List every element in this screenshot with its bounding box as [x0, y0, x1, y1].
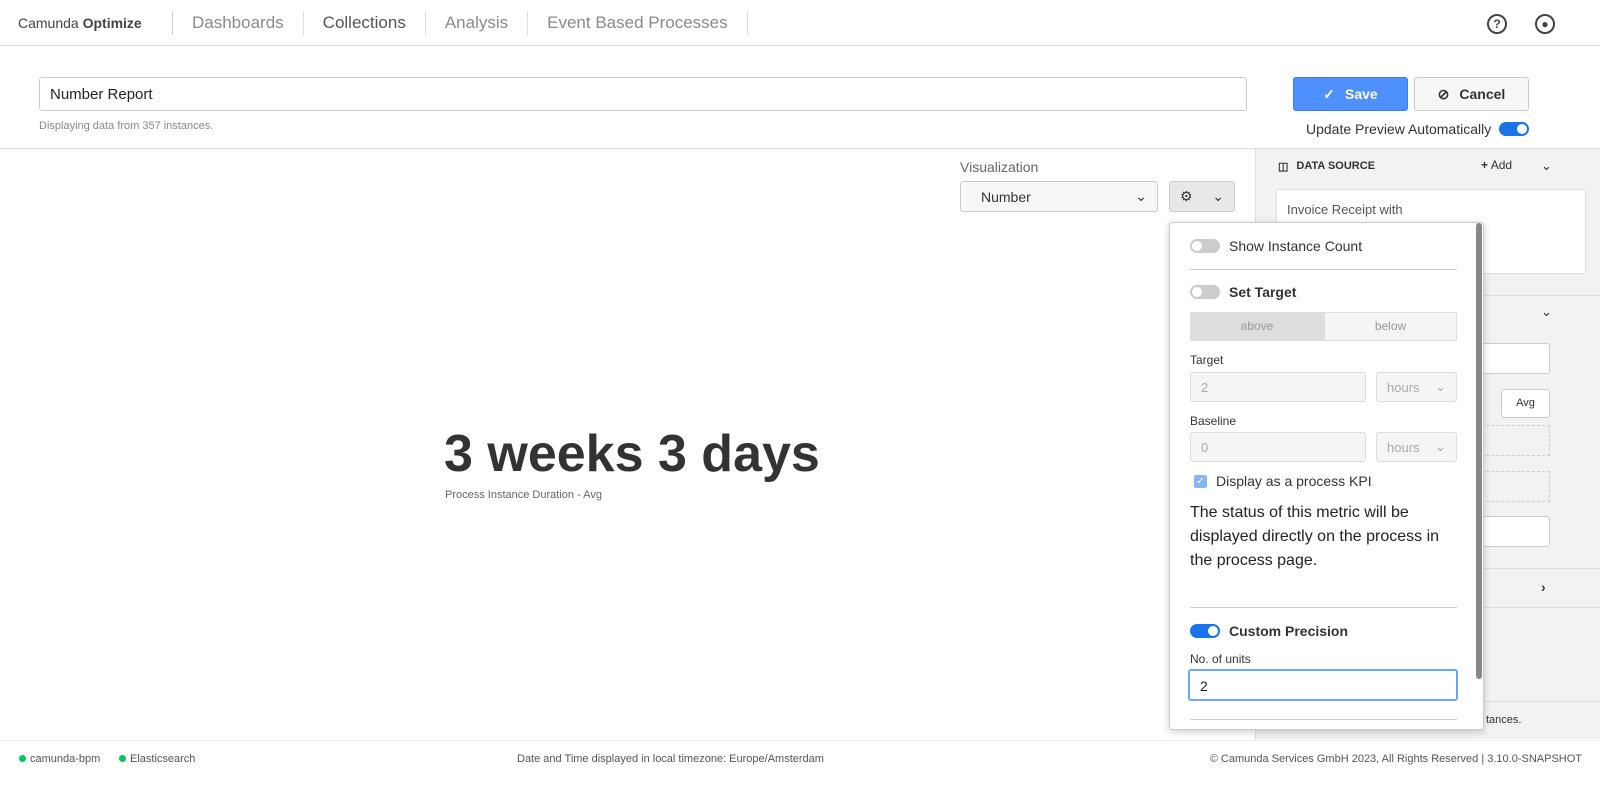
- custom-precision-label: Custom Precision: [1229, 623, 1349, 639]
- database-icon: ◫: [1278, 161, 1289, 173]
- aggregation-avg-button[interactable]: Avg: [1501, 389, 1550, 418]
- engine-status: camunda-bpm: [19, 753, 100, 765]
- configuration-popover: Show Instance Count Set Target above bel…: [1169, 222, 1484, 730]
- baseline-unit-select[interactable]: hours ⌄: [1376, 432, 1457, 462]
- visualization-value: Number: [981, 188, 1031, 205]
- baseline-label: Baseline: [1190, 414, 1237, 428]
- chevron-down-icon[interactable]: ⌄: [1541, 304, 1552, 320]
- status-dot-icon: [19, 755, 26, 762]
- update-preview-label: Update Preview Automatically: [1306, 121, 1492, 137]
- show-instance-count-toggle[interactable]: [1190, 239, 1220, 253]
- baseline-value: 0: [1201, 439, 1209, 455]
- db-status: Elasticsearch: [119, 753, 195, 765]
- target-value: 2: [1201, 379, 1209, 395]
- scrollbar[interactable]: [1476, 223, 1482, 679]
- set-target-label: Set Target: [1229, 284, 1297, 300]
- chevron-down-icon: ⌄: [1435, 379, 1446, 394]
- nav-collections[interactable]: Collections: [304, 10, 426, 35]
- above-button[interactable]: above: [1190, 312, 1324, 341]
- data-source-header: ◫ DATA SOURCE: [1278, 160, 1375, 173]
- source-name: Invoice Receipt with: [1287, 202, 1403, 217]
- baseline-unit: hours: [1387, 439, 1420, 455]
- nav-analysis[interactable]: Analysis: [426, 10, 529, 35]
- visualization-label: Visualization: [960, 159, 1039, 175]
- engine-name: camunda-bpm: [30, 753, 101, 765]
- brand-light: Camunda: [18, 14, 79, 31]
- data-source-title: DATA SOURCE: [1296, 160, 1376, 172]
- target-unit: hours: [1387, 379, 1420, 395]
- configuration-button[interactable]: ⚙ ⌄: [1169, 181, 1235, 212]
- chevron-down-icon: ⌄: [1435, 439, 1446, 454]
- nav-event-based-processes[interactable]: Event Based Processes: [528, 10, 748, 35]
- kpi-checkbox[interactable]: ✓: [1194, 474, 1207, 488]
- report-caption: Process Instance Duration - Avg: [445, 489, 602, 501]
- chevron-down-icon: ⌄: [1135, 188, 1147, 204]
- chevron-down-icon: ⌄: [1212, 188, 1224, 204]
- user-circle-icon[interactable]: ●: [1535, 14, 1555, 34]
- report-name-input[interactable]: [39, 77, 1247, 111]
- target-label: Target: [1190, 353, 1224, 367]
- footer: camunda-bpm Elasticsearch Date and Time …: [0, 740, 1600, 793]
- copyright-text: © Camunda Services GmbH 2023, All Rights…: [1209, 753, 1582, 765]
- set-target-toggle[interactable]: [1190, 285, 1220, 299]
- visualization-select[interactable]: Number ⌄: [960, 181, 1158, 212]
- status-dot-icon: [119, 755, 126, 762]
- timezone-text: Date and Time displayed in local timezon…: [517, 753, 824, 765]
- below-button[interactable]: below: [1324, 312, 1457, 341]
- target-input[interactable]: 2: [1190, 372, 1366, 402]
- target-unit-select[interactable]: hours ⌄: [1376, 372, 1457, 402]
- nav-dashboards[interactable]: Dashboards: [173, 10, 304, 35]
- chevron-right-icon[interactable]: ›: [1541, 579, 1546, 595]
- report-value: 3 weeks 3 days: [444, 425, 820, 483]
- brand-logo[interactable]: Camunda Optimize: [0, 10, 173, 35]
- cancel-icon: ⊘: [1437, 85, 1450, 102]
- sidebar-instances-text: tances.: [1486, 714, 1522, 726]
- add-source-button[interactable]: + Add: [1481, 158, 1512, 172]
- baseline-input[interactable]: 0: [1190, 432, 1366, 462]
- save-button[interactable]: ✓ Save: [1293, 77, 1408, 111]
- top-nav: Camunda Optimize Dashboards Collections …: [0, 0, 1600, 46]
- chevron-down-icon[interactable]: ⌄: [1541, 158, 1552, 174]
- show-instance-count-label: Show Instance Count: [1229, 238, 1363, 254]
- cancel-label: Cancel: [1459, 86, 1506, 102]
- save-label: Save: [1345, 86, 1378, 102]
- cancel-button[interactable]: ⊘ Cancel: [1414, 77, 1529, 111]
- units-input[interactable]: 2: [1188, 669, 1458, 701]
- help-circle-icon[interactable]: ?: [1487, 14, 1507, 34]
- kpi-description: The status of this metric will be displa…: [1190, 504, 1440, 569]
- instances-subtitle: Displaying data from 357 instances.: [39, 120, 214, 132]
- add-label: Add: [1490, 158, 1513, 172]
- check-icon: ✓: [1323, 85, 1336, 102]
- brand-bold: Optimize: [82, 14, 142, 31]
- kpi-label: Display as a process KPI: [1216, 473, 1372, 489]
- custom-precision-toggle[interactable]: [1190, 624, 1220, 638]
- units-label: No. of units: [1190, 652, 1251, 666]
- update-preview-toggle[interactable]: [1499, 122, 1530, 136]
- db-name: Elasticsearch: [130, 753, 196, 765]
- gear-icon: ⚙: [1180, 188, 1193, 204]
